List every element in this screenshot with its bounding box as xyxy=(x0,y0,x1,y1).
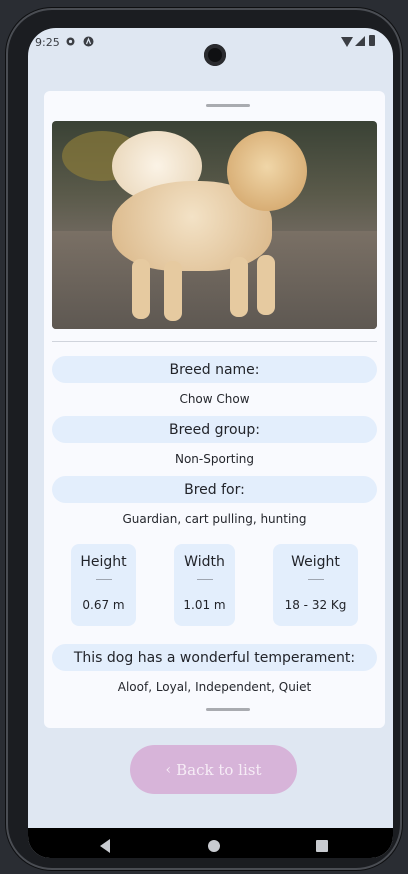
nav-home-icon[interactable] xyxy=(208,840,220,852)
photo-divider xyxy=(52,341,377,342)
weight-stat: Weight 18 - 32 Kg xyxy=(273,544,358,626)
width-stat: Width 1.01 m xyxy=(174,544,235,626)
temperament-label: This dog has a wonderful temperament: xyxy=(52,644,377,671)
status-bar: 9:25 xyxy=(28,28,393,66)
photo-dog-leg xyxy=(164,261,182,321)
status-time: 9:25 xyxy=(35,36,60,49)
battery-icon xyxy=(369,35,375,46)
gear-icon xyxy=(65,36,76,47)
breed-photo xyxy=(52,121,377,329)
phone-frame: 9:25 Breed name: Chow Chow Breed group: … xyxy=(6,8,402,870)
photo-dog-leg xyxy=(230,257,248,317)
height-value: 0.67 m xyxy=(82,598,125,612)
width-label: Width xyxy=(184,554,225,570)
breed-name-value: Chow Chow xyxy=(179,392,250,406)
breed-group-label: Breed group: xyxy=(52,416,377,443)
width-value: 1.01 m xyxy=(183,598,226,612)
nav-recents-icon[interactable] xyxy=(316,840,328,852)
photo-dog-leg xyxy=(132,259,150,319)
breed-detail-card: Breed name: Chow Chow Breed group: Non-S… xyxy=(44,91,385,728)
height-stat: Height 0.67 m xyxy=(71,544,136,626)
photo-dog-head xyxy=(227,131,307,211)
breed-group-value: Non-Sporting xyxy=(174,452,255,466)
photo-dog-leg xyxy=(257,255,275,315)
screen: 9:25 Breed name: Chow Chow Breed group: … xyxy=(28,28,393,858)
temperament-value: Aloof, Loyal, Independent, Quiet xyxy=(117,680,312,694)
height-label: Height xyxy=(80,554,127,570)
chevron-left-icon: ‹ xyxy=(165,761,172,778)
app-notification-icon xyxy=(83,36,94,47)
drag-handle-bottom[interactable] xyxy=(206,708,250,711)
nav-back-icon[interactable] xyxy=(100,839,110,853)
height-separator xyxy=(95,579,112,580)
front-camera xyxy=(204,44,226,66)
bred-for-value: Guardian, cart pulling, hunting xyxy=(122,512,307,526)
breed-name-label: Breed name: xyxy=(52,356,377,383)
width-separator xyxy=(196,579,213,580)
weight-label: Weight xyxy=(291,554,340,570)
wifi-icon xyxy=(341,37,353,47)
weight-separator xyxy=(307,579,324,580)
back-to-list-label: Back to list xyxy=(176,760,262,779)
bred-for-label: Bred for: xyxy=(52,476,377,503)
back-to-list-button[interactable]: ‹ Back to list xyxy=(130,745,297,794)
weight-value: 18 - 32 Kg xyxy=(284,598,347,612)
drag-handle-top[interactable] xyxy=(206,104,250,107)
signal-icon xyxy=(355,36,365,46)
